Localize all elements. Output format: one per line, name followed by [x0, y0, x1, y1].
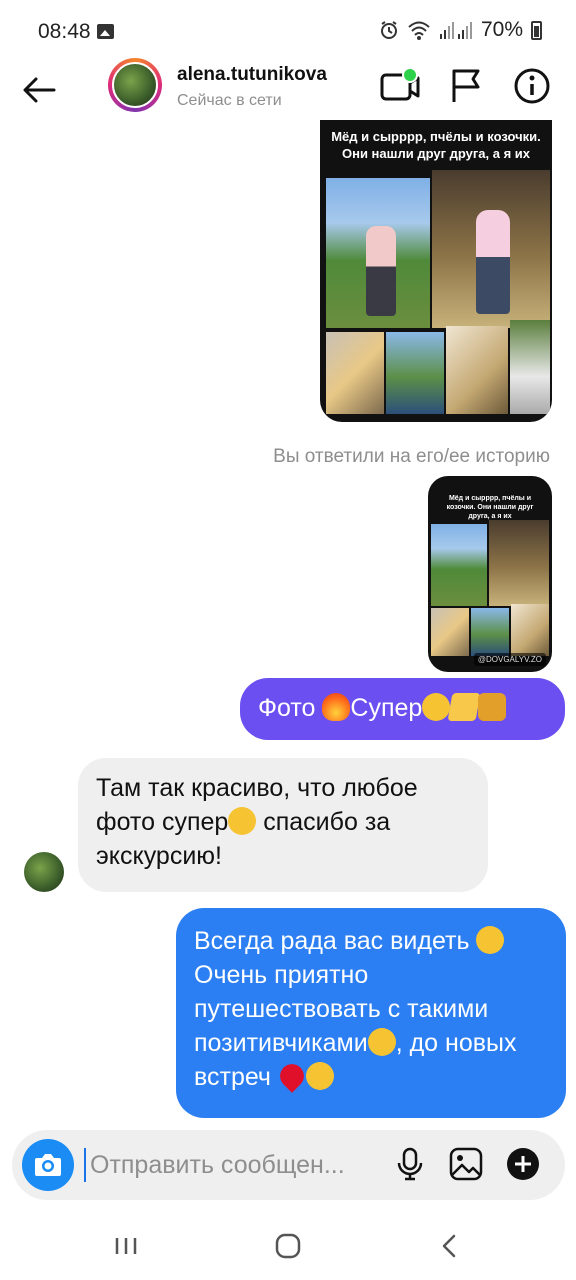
battery-icon: [531, 20, 542, 40]
story-caption-small: Мёд и сырррр, пчёлы и козочки. Они нашли…: [446, 495, 534, 520]
message-text: Супер: [350, 694, 423, 722]
story-image-large[interactable]: Мёд и сырррр, пчёлы и козочки. Они нашли…: [320, 120, 552, 422]
photo-tile: [326, 178, 430, 328]
photo-tile: [326, 332, 384, 414]
gallery-notification-icon: [97, 24, 114, 39]
message-input[interactable]: [90, 1142, 380, 1188]
kissing-emoji-icon: [228, 807, 257, 835]
profile-avatar[interactable]: [108, 58, 162, 112]
home-icon[interactable]: [268, 1226, 308, 1266]
cheese-emoji-icon: [447, 693, 481, 721]
fire-emoji-icon: [322, 693, 351, 721]
story-watermark: @DOVGALYV.ZO: [473, 653, 546, 666]
message-outgoing[interactable]: Фото Супер: [240, 678, 565, 740]
battery-percent: 70%: [480, 18, 523, 41]
status-time: 08:48: [38, 20, 91, 43]
photo-tile: [446, 326, 508, 414]
info-icon[interactable]: [512, 66, 552, 106]
kissing-emoji-icon: [305, 1062, 334, 1090]
flag-icon[interactable]: [446, 66, 486, 106]
photo-tile: [431, 608, 469, 656]
nav-back-icon[interactable]: [430, 1226, 470, 1266]
gallery-icon[interactable]: [448, 1146, 484, 1182]
camera-icon: [35, 1154, 61, 1176]
kissing-emoji-icon: [476, 926, 505, 954]
username[interactable]: alena.tutunikova: [177, 64, 327, 86]
photo-tile: [432, 170, 550, 328]
story-caption: Мёд и сырррр, пчёлы и козочки. Они нашли…: [331, 129, 541, 161]
photo-tile: [471, 608, 509, 656]
alarm-icon: [380, 21, 397, 39]
video-call-icon[interactable]: [380, 66, 420, 106]
photo-tile: [489, 520, 549, 606]
red-heart-emoji-icon: [275, 1059, 309, 1093]
replied-to-story-note: Вы ответили на его/ее историю: [273, 446, 550, 467]
presence-status: Сейчас в сети: [177, 92, 282, 109]
heart-eyes-emoji-icon: [422, 693, 451, 721]
back-arrow-icon[interactable]: [20, 70, 60, 110]
story-image-small[interactable]: Мёд и сырррр, пчёлы и козочки. Они нашли…: [428, 476, 552, 672]
camera-button[interactable]: [22, 1139, 74, 1191]
photo-tile: [510, 320, 550, 414]
microphone-icon[interactable]: [392, 1146, 428, 1182]
message-text: Всегда рада вас видеть: [194, 927, 477, 955]
honey-pot-emoji-icon: [478, 693, 507, 721]
photo-tile: [431, 524, 487, 606]
message-incoming[interactable]: Там так красиво, что любое фото супер сп…: [78, 758, 488, 892]
message-outgoing[interactable]: Всегда рада вас видеть Очень приятно пут…: [176, 908, 566, 1118]
signal-icon: [439, 22, 472, 39]
status-right: 70%: [379, 18, 542, 42]
add-icon[interactable]: [505, 1146, 541, 1182]
photo-tile: [386, 332, 444, 414]
text-cursor: [84, 1148, 86, 1182]
photo-tile: [511, 604, 549, 656]
message-text: Фото: [258, 694, 323, 722]
heart-eyes-emoji-icon: [367, 1028, 396, 1056]
recent-apps-icon[interactable]: [106, 1226, 146, 1266]
wifi-icon: [408, 21, 430, 40]
sender-avatar[interactable]: [24, 852, 64, 892]
